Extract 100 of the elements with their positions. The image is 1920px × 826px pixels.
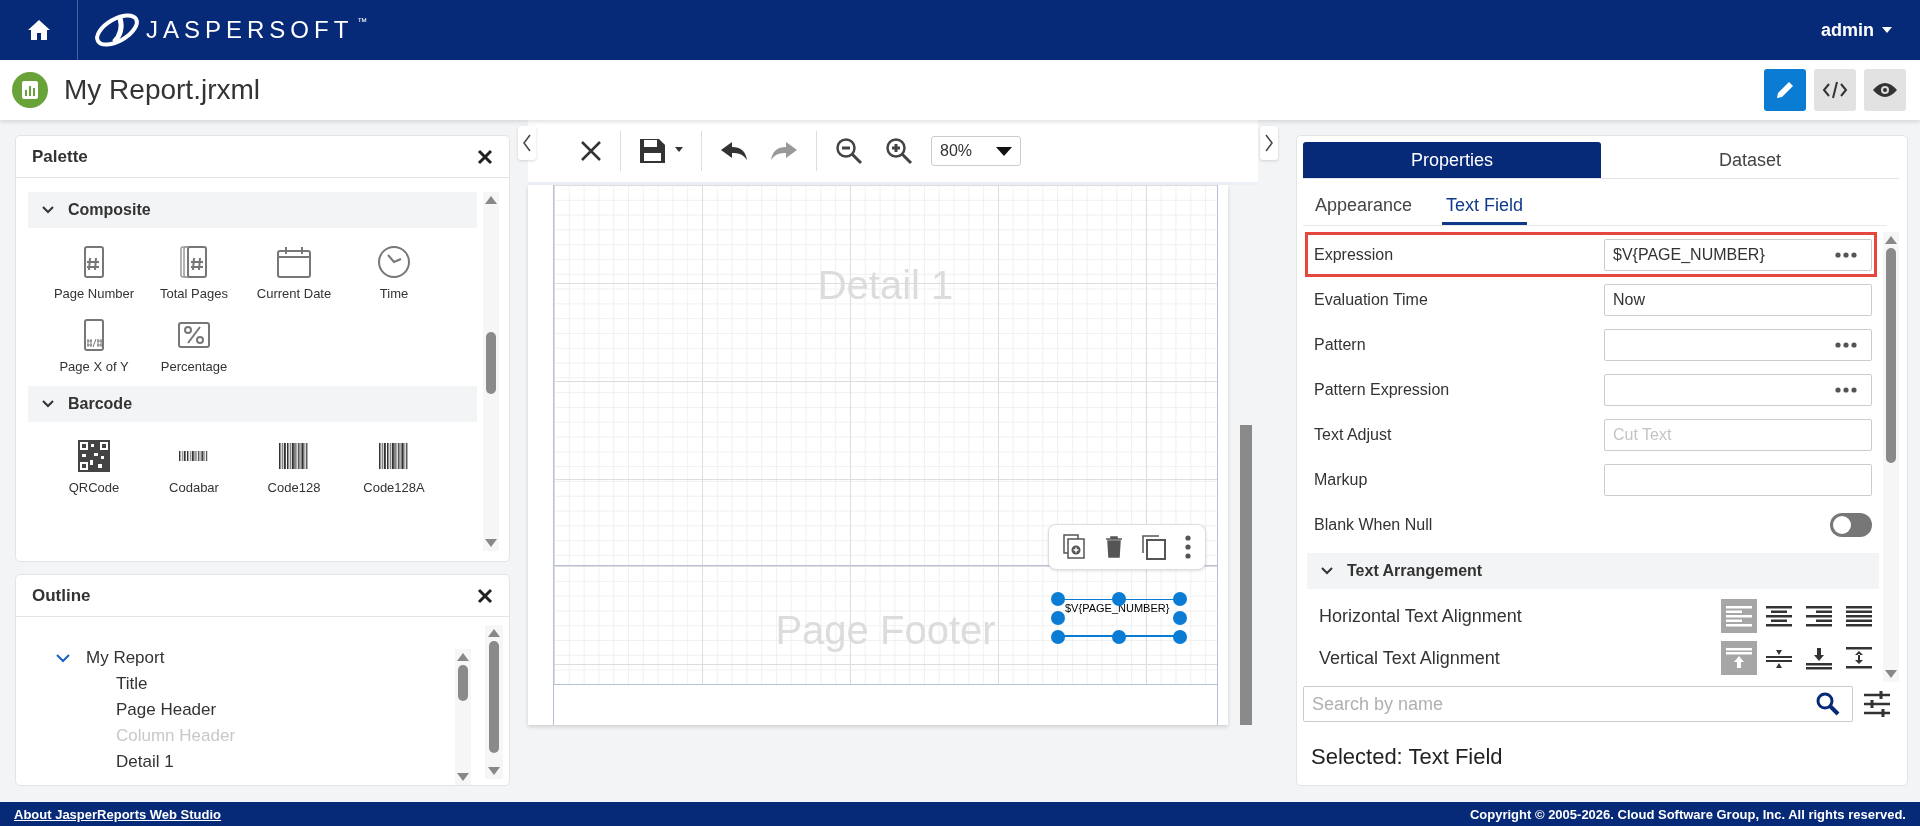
property-label: Vertical Text Alignment [1319, 647, 1500, 669]
panel-title: Palette [32, 146, 88, 167]
page-icon [84, 246, 104, 278]
collapse-button[interactable] [1260, 126, 1278, 160]
barcode-icon [279, 443, 309, 469]
arrow-up-icon[interactable] [488, 629, 500, 637]
section-header[interactable]: Composite [28, 192, 477, 228]
palette-item[interactable]: Code128 [244, 438, 344, 495]
more-icon[interactable] [1835, 386, 1857, 393]
scrollbar-thumb[interactable] [1886, 248, 1896, 463]
close-icon [477, 148, 493, 165]
scrollbar[interactable] [483, 192, 499, 551]
close-button[interactable] [477, 587, 493, 604]
tree-item[interactable]: Title [56, 671, 455, 697]
more-button[interactable] [1185, 535, 1191, 559]
percent-icon [178, 322, 210, 348]
brand-name: JASPERSOFT [146, 16, 354, 44]
chevron-icon [42, 400, 54, 408]
palette-item[interactable]: Page X of Y [44, 317, 144, 374]
palette-item[interactable]: Time [344, 244, 444, 301]
more-vertical-icon [1185, 535, 1191, 559]
arrow-up-icon[interactable] [1885, 236, 1897, 244]
tree-item[interactable]: My Report [56, 645, 455, 671]
arrow-down-icon[interactable] [488, 767, 500, 775]
section-header[interactable]: Text Arrangement [1307, 553, 1879, 589]
trash-icon [1105, 536, 1123, 558]
property-field[interactable]: $V{PAGE_NUMBER} [1604, 238, 1872, 271]
arrow-down-icon[interactable] [485, 539, 497, 547]
panel-title: Outline [32, 585, 91, 606]
scrollbar[interactable] [1883, 232, 1899, 682]
source-mode-button[interactable] [1814, 69, 1856, 111]
palette-item[interactable]: Page Number [44, 244, 144, 301]
selection-status: Selected: Text Field [1311, 744, 1504, 770]
copy-add-icon [1063, 534, 1087, 560]
panel-tab[interactable]: Properties [1303, 142, 1601, 178]
section-header[interactable]: Barcode [28, 386, 477, 422]
chevron-left-icon [522, 134, 532, 152]
chevron-icon [1321, 567, 1333, 575]
preview-mode-button[interactable] [1864, 69, 1906, 111]
about-link[interactable]: About JasperReports Web Studio [14, 806, 222, 822]
property-field[interactable] [1604, 463, 1872, 496]
scrollbar[interactable] [455, 649, 471, 785]
property-label: Text Adjust [1314, 425, 1393, 444]
logo-icon [92, 10, 142, 50]
subtab[interactable]: Text Field [1442, 191, 1528, 225]
copy-button[interactable] [1141, 534, 1167, 560]
user-menu[interactable]: admin [1821, 19, 1892, 41]
align-icon [1764, 604, 1794, 628]
report-title: My Report.jrxml [64, 74, 260, 106]
palette-item[interactable]: Total Pages [144, 244, 244, 301]
eye-icon [1872, 81, 1898, 99]
tree-item[interactable]: Detail 1 [56, 749, 455, 775]
palette-item[interactable]: Percentage [144, 317, 244, 374]
align-icon [1724, 604, 1754, 628]
more-icon[interactable] [1835, 251, 1857, 258]
toggle-switch[interactable] [1830, 512, 1872, 537]
qr-code-icon [78, 440, 110, 472]
tree-item[interactable]: Page Header [56, 697, 455, 723]
caret-icon [996, 146, 1012, 156]
arrow-up-icon[interactable] [485, 196, 497, 204]
sliders-icon [1863, 691, 1891, 717]
scrollbar[interactable] [485, 625, 503, 779]
scrollbar[interactable] [1240, 425, 1252, 725]
delete-button[interactable] [1105, 536, 1123, 558]
arrow-up-icon[interactable] [457, 653, 469, 661]
duplicate-button[interactable] [1063, 534, 1087, 560]
collapse-button[interactable] [518, 126, 536, 160]
barcode-icon [379, 443, 409, 469]
home-icon [26, 19, 51, 41]
property-label: Pattern [1314, 335, 1367, 354]
subtab[interactable]: Appearance [1311, 191, 1417, 225]
zoom-select[interactable]: 80% [931, 136, 1021, 166]
panel-tab[interactable]: Dataset [1601, 142, 1899, 178]
scrollbar-thumb[interactable] [458, 665, 468, 701]
scrollbar-thumb[interactable] [486, 332, 496, 394]
scrollbar-thumb[interactable] [489, 641, 499, 753]
search-icon [1816, 692, 1840, 716]
arrow-down-icon[interactable] [457, 773, 469, 781]
undo-arrow-icon [720, 140, 748, 162]
property-label: Blank When Null [1314, 515, 1434, 534]
filter-button[interactable] [1863, 691, 1891, 717]
property-field[interactable] [1604, 328, 1872, 361]
chevron-right-icon [1264, 134, 1274, 152]
chevron-icon [56, 653, 70, 663]
clock-icon [377, 245, 411, 279]
palette-item[interactable]: QRCode [44, 438, 144, 495]
align-icon [1804, 604, 1834, 628]
property-field[interactable] [1604, 373, 1872, 406]
arrow-down-icon[interactable] [1885, 670, 1897, 678]
close-button[interactable] [477, 148, 493, 165]
design-mode-button[interactable] [1764, 69, 1806, 111]
zoom-in-icon [885, 137, 913, 165]
palette-item[interactable]: Code128A [344, 438, 444, 495]
text-field-element[interactable]: $V{PAGE_NUMBER} [1051, 592, 1187, 644]
close-icon [580, 140, 602, 162]
more-icon[interactable] [1835, 341, 1857, 348]
property-field[interactable]: Now [1604, 283, 1872, 316]
close-icon [477, 587, 493, 604]
palette-item[interactable]: Current Date [244, 244, 344, 301]
palette-item[interactable]: Codabar [144, 438, 244, 495]
